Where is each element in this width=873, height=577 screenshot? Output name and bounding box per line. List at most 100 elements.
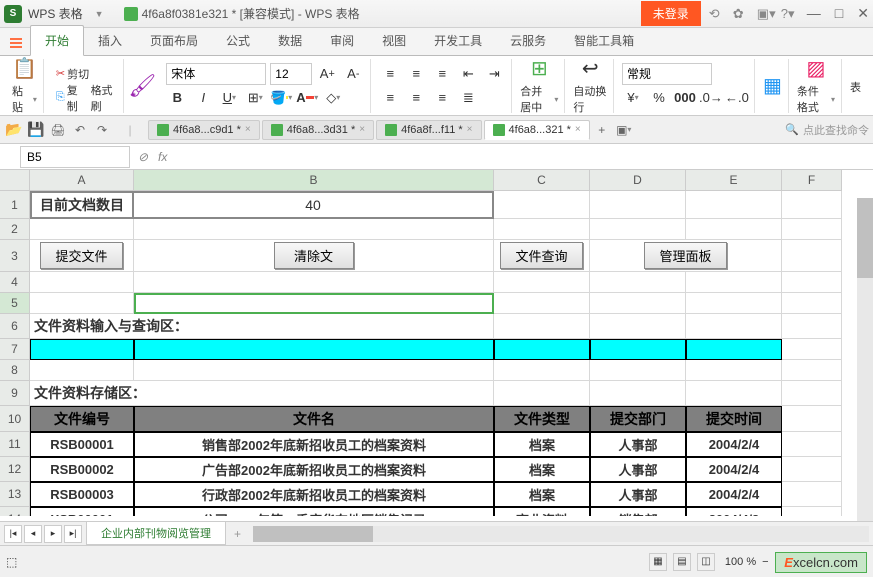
select-all-corner[interactable]	[0, 170, 30, 191]
cell[interactable]	[782, 507, 842, 516]
cell[interactable]	[782, 339, 842, 360]
tab-data[interactable]: 数据	[264, 26, 316, 55]
cell[interactable]: 目前文档数目	[30, 191, 134, 219]
login-button[interactable]: 未登录	[641, 1, 701, 26]
selected-cell[interactable]	[134, 293, 494, 314]
table-header[interactable]: 提交部门	[590, 406, 686, 432]
table-header[interactable]: 文件类型	[494, 406, 590, 432]
distribute-button[interactable]: ≣	[457, 87, 479, 109]
cell[interactable]	[134, 339, 494, 360]
sheet-tab[interactable]: 企业内部刊物阅览管理	[86, 522, 226, 545]
currency-button[interactable]: ¥▾	[622, 87, 644, 109]
cell[interactable]	[494, 219, 590, 240]
cell[interactable]	[590, 381, 686, 406]
cell[interactable]	[686, 381, 782, 406]
submit-button[interactable]: 提交文件	[40, 242, 122, 269]
zoom-out-button[interactable]: −	[762, 556, 768, 568]
table-cell[interactable]: 公司2002年第一季度华东地区销售记录	[134, 507, 494, 516]
table-cell[interactable]: 商业资料	[494, 507, 590, 516]
scrollbar-thumb[interactable]	[253, 526, 373, 542]
cell[interactable]	[782, 272, 842, 293]
cell[interactable]	[686, 219, 782, 240]
cell[interactable]	[494, 272, 590, 293]
row-header[interactable]: 6	[0, 314, 30, 339]
clear-button[interactable]: 清除文	[274, 242, 354, 269]
align-top-button[interactable]: ≡	[379, 63, 401, 85]
row-header[interactable]: 9	[0, 381, 30, 406]
styles-button[interactable]: ▦	[757, 59, 789, 113]
close-tab-icon[interactable]: ×	[575, 124, 581, 135]
open-icon[interactable]: 📂	[4, 120, 24, 140]
font-size-select[interactable]	[270, 63, 312, 85]
row-header[interactable]: 1	[0, 191, 30, 219]
col-header[interactable]: A	[30, 170, 134, 191]
col-header[interactable]: C	[494, 170, 590, 191]
row-header[interactable]: 4	[0, 272, 30, 293]
format-painter-button[interactable]: 格式刷	[87, 80, 118, 116]
name-box[interactable]	[20, 146, 130, 168]
inc-decimal-button[interactable]: .0→	[700, 87, 722, 109]
table-cell[interactable]: 档案	[494, 432, 590, 457]
row-header[interactable]: 3	[0, 240, 30, 272]
row-header[interactable]: 7	[0, 339, 30, 360]
tab-review[interactable]: 审阅	[316, 26, 368, 55]
paste-button[interactable]: 📋 粘贴▾	[6, 59, 44, 113]
cell[interactable]	[494, 381, 590, 406]
percent-button[interactable]: %	[648, 87, 670, 109]
cell[interactable]: 提交文件	[30, 240, 134, 272]
zoom-value[interactable]: 100 %	[725, 556, 756, 568]
increase-font-button[interactable]: A+	[316, 63, 338, 85]
comma-button[interactable]: 000	[674, 87, 696, 109]
cell[interactable]	[494, 191, 590, 219]
horizontal-scrollbar[interactable]	[253, 526, 869, 542]
col-header[interactable]: D	[590, 170, 686, 191]
col-header[interactable]: B	[134, 170, 494, 191]
border-button[interactable]: ⊞▾	[244, 87, 266, 109]
table-cell[interactable]: XSB00001	[30, 507, 134, 516]
font-name-select[interactable]	[166, 63, 266, 85]
last-sheet-button[interactable]: ▸|	[64, 525, 82, 543]
table-style-button[interactable]: 表	[844, 59, 867, 113]
tab-smart[interactable]: 智能工具箱	[560, 26, 648, 55]
cond-format-button[interactable]: ▨ 条件格式▾	[791, 59, 842, 113]
table-cell[interactable]: 销售部	[590, 507, 686, 516]
cell[interactable]	[30, 339, 134, 360]
table-cell[interactable]: 2004/4/3	[686, 507, 782, 516]
clear-format-button[interactable]: ◇▾	[322, 87, 344, 109]
cell[interactable]	[686, 293, 782, 314]
table-cell[interactable]: 人事部	[590, 432, 686, 457]
cell[interactable]	[590, 339, 686, 360]
cell[interactable]	[686, 191, 782, 219]
gear-icon[interactable]: ✿	[733, 6, 747, 22]
align-left-button[interactable]: ≡	[379, 87, 401, 109]
cell[interactable]	[686, 272, 782, 293]
cell[interactable]: 管理面板	[590, 240, 782, 272]
cell[interactable]	[590, 272, 686, 293]
col-header[interactable]: F	[782, 170, 842, 191]
merge-button[interactable]: ⊞ 合并居中▾	[514, 59, 565, 113]
cell[interactable]	[686, 314, 782, 339]
cell[interactable]	[782, 360, 842, 381]
font-color-button[interactable]: A▾	[296, 87, 318, 109]
formula-input[interactable]	[173, 146, 873, 167]
print-icon[interactable]: 🖨	[48, 120, 68, 140]
col-header[interactable]: E	[686, 170, 782, 191]
cell[interactable]	[782, 457, 842, 482]
first-sheet-button[interactable]: |◂	[4, 525, 22, 543]
cell[interactable]	[782, 432, 842, 457]
cell[interactable]	[494, 360, 590, 381]
section-label[interactable]: 文件资料存储区：	[30, 381, 494, 406]
cell[interactable]	[30, 219, 134, 240]
doc-tab-active[interactable]: 4f6a8...321 *×	[484, 120, 590, 140]
brush-button[interactable]: 🖌	[126, 59, 158, 113]
cell[interactable]	[782, 240, 842, 272]
italic-button[interactable]: I	[192, 87, 214, 109]
help-icon[interactable]: ?▾	[781, 6, 795, 22]
tab-layout[interactable]: 页面布局	[136, 26, 212, 55]
save-icon[interactable]: 💾	[26, 120, 46, 140]
cell[interactable]	[590, 293, 686, 314]
row-header[interactable]: 5	[0, 293, 30, 314]
cell[interactable]	[686, 339, 782, 360]
row-header[interactable]: 8	[0, 360, 30, 381]
table-header[interactable]: 文件名	[134, 406, 494, 432]
